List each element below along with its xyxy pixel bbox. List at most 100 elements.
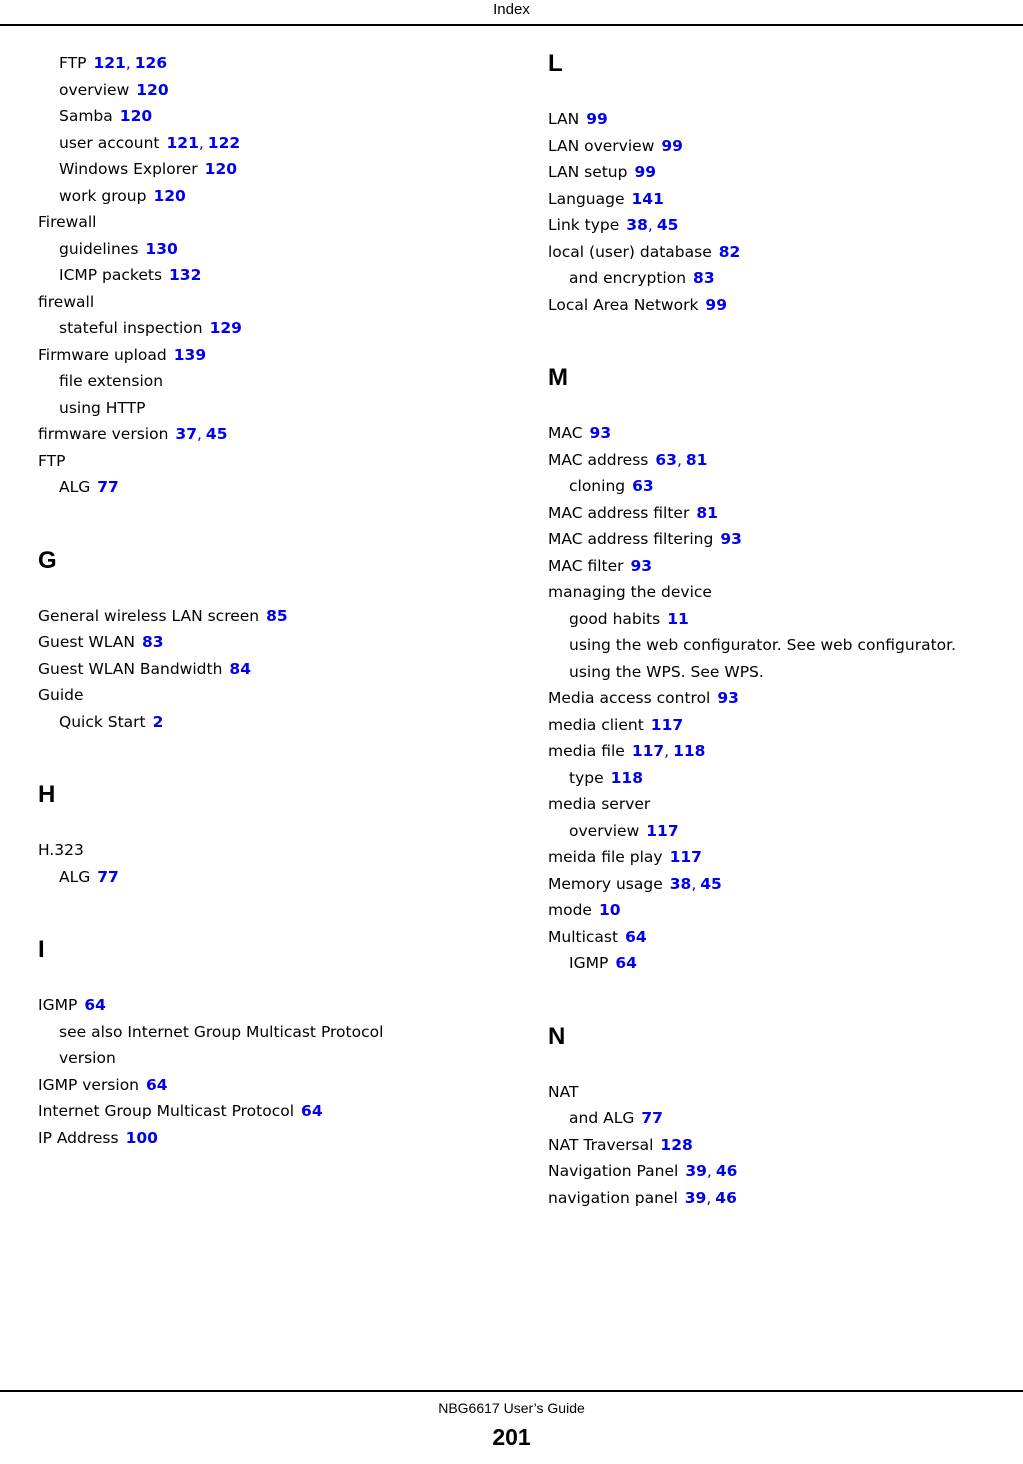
page-ref-link[interactable]: 63 — [632, 477, 654, 495]
page-ref-link[interactable]: 39 — [685, 1189, 707, 1207]
index-entry-page-refs[interactable]: 93 — [631, 557, 653, 575]
page-ref-link[interactable]: 64 — [301, 1102, 323, 1120]
page-ref-link[interactable]: 83 — [693, 269, 715, 287]
page-ref-link[interactable]: 117 — [646, 822, 678, 840]
index-entry-page-refs[interactable]: 128 — [660, 1136, 692, 1154]
index-entry-page-refs[interactable]: 99 — [586, 110, 608, 128]
index-entry-page-refs[interactable]: 37, 45 — [175, 425, 227, 443]
index-entry-page-refs[interactable]: 117 — [670, 848, 702, 866]
page-ref-link[interactable]: 93 — [720, 530, 742, 548]
index-entry-page-refs[interactable]: 38, 45 — [670, 875, 722, 893]
index-entry-page-refs[interactable]: 93 — [717, 689, 739, 707]
page-ref-link[interactable]: 77 — [641, 1109, 663, 1127]
page-ref-link[interactable]: 2 — [153, 713, 164, 731]
page-ref-link[interactable]: 46 — [715, 1189, 737, 1207]
index-entry-page-refs[interactable]: 2 — [153, 713, 164, 731]
index-entry-page-refs[interactable]: 99 — [634, 163, 656, 181]
page-ref-link[interactable]: 45 — [206, 425, 228, 443]
index-entry-page-refs[interactable]: 129 — [210, 319, 242, 337]
index-entry-page-refs[interactable]: 64 — [84, 996, 106, 1014]
page-ref-link[interactable]: 120 — [136, 81, 168, 99]
index-entry-page-refs[interactable]: 117 — [651, 716, 683, 734]
page-ref-link[interactable]: 118 — [673, 742, 705, 760]
index-entry-page-refs[interactable]: 139 — [174, 346, 206, 364]
index-entry-page-refs[interactable]: 39, 46 — [685, 1162, 737, 1180]
page-ref-link[interactable]: 64 — [84, 996, 106, 1014]
index-entry-page-refs[interactable]: 63, 81 — [655, 451, 707, 469]
page-ref-link[interactable]: 77 — [97, 868, 119, 886]
page-ref-link[interactable]: 81 — [686, 451, 708, 469]
page-ref-link[interactable]: 118 — [611, 769, 643, 787]
index-entry-page-refs[interactable]: 64 — [146, 1076, 168, 1094]
page-ref-link[interactable]: 39 — [685, 1162, 707, 1180]
page-ref-link[interactable]: 99 — [634, 163, 656, 181]
page-ref-link[interactable]: 38 — [626, 216, 648, 234]
index-entry-page-refs[interactable]: 117, 118 — [632, 742, 706, 760]
index-entry-page-refs[interactable]: 77 — [641, 1109, 663, 1127]
index-entry-page-refs[interactable]: 132 — [169, 266, 201, 284]
index-entry-page-refs[interactable]: 118 — [611, 769, 643, 787]
page-ref-link[interactable]: 139 — [174, 346, 206, 364]
index-entry-page-refs[interactable]: 99 — [661, 137, 683, 155]
page-ref-link[interactable]: 120 — [120, 107, 152, 125]
index-entry-page-refs[interactable]: 82 — [719, 243, 741, 261]
page-ref-link[interactable]: 64 — [625, 928, 647, 946]
index-entry-page-refs[interactable]: 64 — [615, 954, 637, 972]
index-entry-page-refs[interactable]: 38, 45 — [626, 216, 678, 234]
index-entry-page-refs[interactable]: 121, 122 — [167, 134, 241, 152]
index-entry-page-refs[interactable]: 11 — [667, 610, 689, 628]
index-entry-page-refs[interactable]: 120 — [136, 81, 168, 99]
page-ref-link[interactable]: 45 — [700, 875, 722, 893]
index-entry-page-refs[interactable]: 141 — [632, 190, 664, 208]
page-ref-link[interactable]: 126 — [135, 54, 167, 72]
page-ref-link[interactable]: 120 — [205, 160, 237, 178]
page-ref-link[interactable]: 93 — [631, 557, 653, 575]
page-ref-link[interactable]: 85 — [266, 607, 288, 625]
index-entry-page-refs[interactable]: 83 — [693, 269, 715, 287]
page-ref-link[interactable]: 117 — [632, 742, 664, 760]
page-ref-link[interactable]: 84 — [229, 660, 251, 678]
page-ref-link[interactable]: 128 — [660, 1136, 692, 1154]
page-ref-link[interactable]: 117 — [651, 716, 683, 734]
index-entry-page-refs[interactable]: 10 — [599, 901, 621, 919]
page-ref-link[interactable]: 99 — [586, 110, 608, 128]
page-ref-link[interactable]: 141 — [632, 190, 664, 208]
page-ref-link[interactable]: 121 — [93, 54, 125, 72]
index-entry-page-refs[interactable]: 120 — [153, 187, 185, 205]
page-ref-link[interactable]: 63 — [655, 451, 677, 469]
page-ref-link[interactable]: 10 — [599, 901, 621, 919]
page-ref-link[interactable]: 93 — [590, 424, 612, 442]
index-entry-page-refs[interactable]: 39, 46 — [685, 1189, 737, 1207]
index-entry-page-refs[interactable]: 99 — [705, 296, 727, 314]
page-ref-link[interactable]: 82 — [719, 243, 741, 261]
page-ref-link[interactable]: 99 — [661, 137, 683, 155]
page-ref-link[interactable]: 37 — [175, 425, 197, 443]
page-ref-link[interactable]: 38 — [670, 875, 692, 893]
page-ref-link[interactable]: 83 — [142, 633, 164, 651]
index-entry-page-refs[interactable]: 77 — [97, 478, 119, 496]
page-ref-link[interactable]: 11 — [667, 610, 689, 628]
index-entry-page-refs[interactable]: 100 — [126, 1129, 158, 1147]
page-ref-link[interactable]: 100 — [126, 1129, 158, 1147]
page-ref-link[interactable]: 46 — [716, 1162, 738, 1180]
page-ref-link[interactable]: 122 — [208, 134, 240, 152]
page-ref-link[interactable]: 64 — [615, 954, 637, 972]
index-entry-page-refs[interactable]: 130 — [145, 240, 177, 258]
index-entry-page-refs[interactable]: 77 — [97, 868, 119, 886]
page-ref-link[interactable]: 77 — [97, 478, 119, 496]
page-ref-link[interactable]: 121 — [167, 134, 199, 152]
page-ref-link[interactable]: 93 — [717, 689, 739, 707]
page-ref-link[interactable]: 81 — [696, 504, 718, 522]
index-entry-page-refs[interactable]: 64 — [625, 928, 647, 946]
page-ref-link[interactable]: 117 — [670, 848, 702, 866]
page-ref-link[interactable]: 64 — [146, 1076, 168, 1094]
page-ref-link[interactable]: 130 — [145, 240, 177, 258]
index-entry-page-refs[interactable]: 63 — [632, 477, 654, 495]
index-entry-page-refs[interactable]: 64 — [301, 1102, 323, 1120]
index-entry-page-refs[interactable]: 121, 126 — [93, 54, 167, 72]
index-entry-page-refs[interactable]: 93 — [720, 530, 742, 548]
index-entry-page-refs[interactable]: 81 — [696, 504, 718, 522]
index-entry-page-refs[interactable]: 85 — [266, 607, 288, 625]
index-entry-page-refs[interactable]: 120 — [120, 107, 152, 125]
index-entry-page-refs[interactable]: 117 — [646, 822, 678, 840]
